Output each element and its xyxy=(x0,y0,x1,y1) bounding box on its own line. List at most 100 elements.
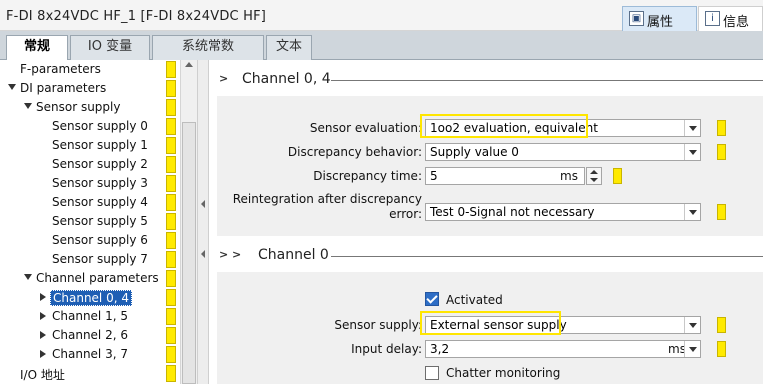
tab-system-constants[interactable]: 系统常数 xyxy=(152,35,264,60)
chevron-down-icon[interactable] xyxy=(684,120,700,136)
section-divider xyxy=(331,80,763,81)
activated-label: Activated xyxy=(446,293,503,307)
nav-item-sensor-supply-0[interactable]: Sensor supply 0 xyxy=(0,117,180,136)
chevron-down-icon[interactable] xyxy=(684,204,700,220)
chevron-down-icon[interactable] xyxy=(684,341,700,357)
nav-item-channel-2-6[interactable]: Channel 2, 6 xyxy=(0,326,180,345)
nav-item-label: Sensor supply 7 xyxy=(52,252,148,266)
activated-checkbox[interactable] xyxy=(425,292,439,306)
tab-properties[interactable]: ▣ 属性 xyxy=(622,6,697,31)
nav-item-di-parameters[interactable]: DI parameters xyxy=(0,79,180,98)
stepper-down-icon[interactable] xyxy=(590,178,598,182)
status-marker xyxy=(717,120,726,136)
tab-properties-label: 属性 xyxy=(647,15,674,30)
chatter-monitoring-checkbox[interactable] xyxy=(425,366,439,380)
status-marker xyxy=(166,194,176,211)
tab-texts[interactable]: 文本 xyxy=(266,35,312,60)
nav-item-sensor-supply-2[interactable]: Sensor supply 2 xyxy=(0,155,180,174)
discrepancy-behavior-select[interactable]: Supply value 0 xyxy=(425,143,701,161)
input-delay-select[interactable]: 3,2 ms xyxy=(425,340,701,358)
status-marker xyxy=(717,144,726,160)
status-marker xyxy=(166,99,176,116)
status-marker xyxy=(166,137,176,154)
status-marker xyxy=(166,308,176,325)
nav-item-f-parameters[interactable]: F-parameters xyxy=(0,60,180,79)
section-title: Channel 0, 4 xyxy=(242,71,331,87)
expand-down-icon[interactable] xyxy=(24,103,32,109)
nav-item-sensor-supply-7[interactable]: Sensor supply 7 xyxy=(0,250,180,269)
nav-item-label: Sensor supply 5 xyxy=(52,214,148,228)
chevron-icon[interactable]: > > xyxy=(219,248,241,261)
nav-item-sensor-supply-3[interactable]: Sensor supply 3 xyxy=(0,174,180,193)
nav-item-label: Channel 3, 7 xyxy=(52,347,128,361)
chevron-down-icon[interactable] xyxy=(684,144,700,160)
chevron-down-icon[interactable] xyxy=(684,317,700,333)
panel-splitter[interactable] xyxy=(197,60,209,384)
nav-item-label: Sensor supply xyxy=(36,100,121,114)
reintegration-label-line2: error: xyxy=(389,207,422,221)
sensor-supply-label: Sensor supply: xyxy=(334,318,422,332)
nav-item-sensor-supply[interactable]: Sensor supply xyxy=(0,98,180,117)
channel-0-panel: Activated Sensor supply: External sensor… xyxy=(217,272,763,384)
nav-item-label: Sensor supply 6 xyxy=(52,233,148,247)
reintegration-value: Test 0-Signal not necessary xyxy=(430,205,595,219)
status-marker xyxy=(166,365,176,382)
chatter-monitoring-label: Chatter monitoring xyxy=(446,366,561,380)
nav-item-sensor-supply-5[interactable]: Sensor supply 5 xyxy=(0,212,180,231)
info-icon: i xyxy=(705,11,720,26)
status-marker xyxy=(166,251,176,268)
highlight-box xyxy=(420,311,561,335)
status-marker xyxy=(166,232,176,249)
tab-general[interactable]: 常规 xyxy=(6,35,68,61)
nav-item-label: DI parameters xyxy=(20,81,107,95)
nav-item-label: Channel parameters xyxy=(36,271,159,285)
expand-right-icon[interactable] xyxy=(40,350,46,358)
nav-item-label: Sensor supply 0 xyxy=(52,119,148,133)
expand-right-icon[interactable] xyxy=(40,293,46,301)
nav-item-label: Sensor supply 1 xyxy=(52,138,148,152)
discrepancy-behavior-value: Supply value 0 xyxy=(430,145,519,159)
chevron-icon[interactable]: > xyxy=(219,72,228,85)
window-title: F-DI 8x24VDC HF_1 [F-DI 8x24VDC HF] xyxy=(6,9,267,24)
tab-info[interactable]: i 信息 xyxy=(698,6,763,31)
section-header-channel-0-4[interactable]: > Channel 0, 4 xyxy=(209,60,763,96)
nav-item-sensor-supply-1[interactable]: Sensor supply 1 xyxy=(0,136,180,155)
discrepancy-time-input[interactable]: 5 ms xyxy=(425,167,585,185)
nav-scrollbar[interactable] xyxy=(180,60,197,384)
nav-item-label: Sensor supply 4 xyxy=(52,195,148,209)
section-header-channel-0[interactable]: > > Channel 0 xyxy=(209,236,763,272)
reintegration-select[interactable]: Test 0-Signal not necessary xyxy=(425,203,701,221)
nav-item-channel-3-7[interactable]: Channel 3, 7 xyxy=(0,345,180,364)
nav-item-channel-parameters[interactable]: Channel parameters xyxy=(0,269,180,288)
nav-item-channel-1-5[interactable]: Channel 1, 5 xyxy=(0,307,180,326)
status-marker xyxy=(717,317,726,333)
expand-right-icon[interactable] xyxy=(40,331,46,339)
status-marker xyxy=(166,80,176,97)
collapse-left-icon[interactable] xyxy=(201,200,205,260)
expand-down-icon[interactable] xyxy=(8,84,16,90)
nav-item-label: Channel 0, 4 xyxy=(50,290,132,306)
status-marker xyxy=(717,341,726,357)
nav-item-sensor-supply-6[interactable]: Sensor supply 6 xyxy=(0,231,180,250)
sensor-evaluation-label: Sensor evaluation: xyxy=(309,121,422,135)
discrepancy-time-unit: ms xyxy=(560,169,578,183)
highlight-box xyxy=(420,114,588,138)
nav-item-io-address[interactable]: I/O 地址 xyxy=(0,364,180,383)
discrepancy-time-value: 5 xyxy=(430,169,438,183)
tab-info-label: 信息 xyxy=(723,15,750,30)
scroll-up-icon[interactable] xyxy=(185,62,193,67)
expand-down-icon[interactable] xyxy=(24,274,32,280)
title-bar: F-DI 8x24VDC HF_1 [F-DI 8x24VDC HF] ▣ 属性… xyxy=(0,0,763,31)
scrollbar-thumb[interactable] xyxy=(182,122,196,384)
nav-item-label: Channel 2, 6 xyxy=(52,328,128,342)
tab-io-variables[interactable]: IO 变量 xyxy=(70,35,150,60)
status-marker xyxy=(166,175,176,192)
expand-right-icon[interactable] xyxy=(40,312,46,320)
stepper-up-icon[interactable] xyxy=(590,170,598,174)
nav-item-channel-0-4[interactable]: Channel 0, 4 xyxy=(0,288,180,307)
nav-item-label: I/O 地址 xyxy=(20,368,65,382)
properties-icon: ▣ xyxy=(629,11,644,26)
status-marker xyxy=(166,61,176,78)
nav-item-sensor-supply-4[interactable]: Sensor supply 4 xyxy=(0,193,180,212)
discrepancy-time-stepper[interactable] xyxy=(586,167,602,185)
